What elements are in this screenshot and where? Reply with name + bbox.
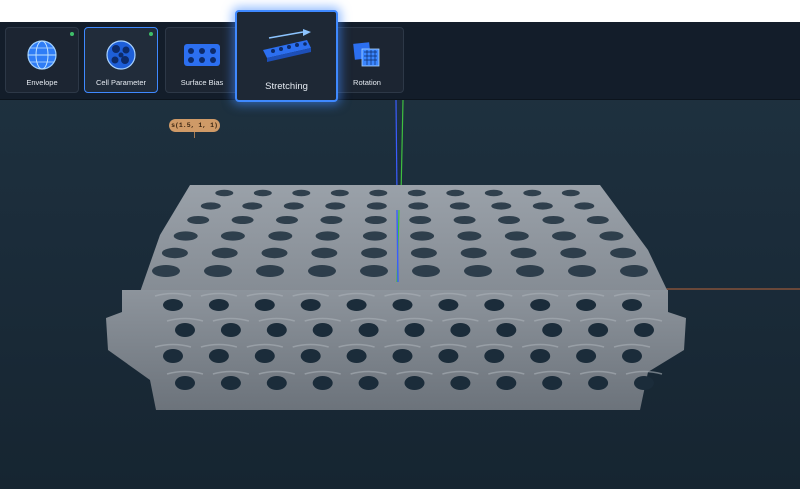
stretch-arrow-icon — [262, 29, 311, 62]
tool-rotation[interactable]: Rotation — [330, 27, 404, 93]
tool-surface-bias-label: Surface Bias — [180, 78, 224, 87]
cell-parameter-indicator-dot — [149, 32, 153, 36]
cell-sphere-icon — [106, 40, 136, 70]
stretch-parameter-pointer — [194, 132, 195, 138]
tool-surface-bias[interactable]: Surface Bias — [165, 27, 239, 93]
rotation-cubes-icon — [353, 42, 380, 67]
tool-envelope-label: Envelope — [26, 78, 58, 87]
stretch-parameter-label: s(1.5, 1, 1) — [169, 119, 220, 132]
tool-stretching-label: Stretching — [265, 81, 308, 92]
tool-cell-parameter[interactable]: Cell Parameter — [84, 27, 158, 93]
tool-envelope[interactable]: Envelope — [5, 27, 79, 93]
z-axis-line-front — [396, 209, 399, 283]
envelope-indicator-dot — [70, 32, 74, 36]
tool-rotation-label: Rotation — [353, 78, 381, 87]
surface-bias-icon — [184, 44, 220, 66]
tool-cell-parameter-label: Cell Parameter — [95, 78, 147, 87]
tool-stretching[interactable]: Stretching — [235, 10, 338, 102]
globe-icon — [27, 40, 57, 70]
